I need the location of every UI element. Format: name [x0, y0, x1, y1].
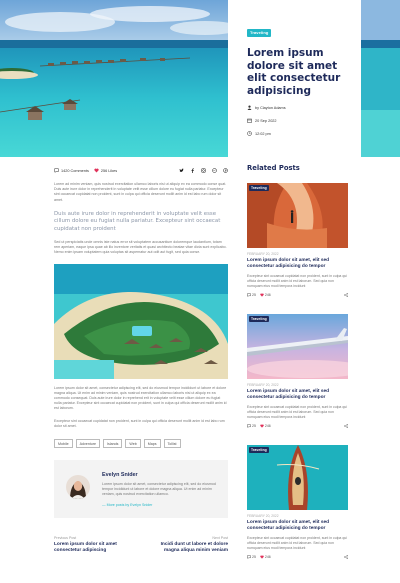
heart-icon: [260, 424, 264, 428]
related-post-title[interactable]: Lorem ipsum dolor sit amet, elit sed con…: [247, 389, 348, 402]
author-bio: Lorem ipsum dolor sit amet, consectetur …: [102, 482, 216, 497]
related-post-likes[interactable]: 246: [260, 424, 271, 428]
comments-count[interactable]: 1420 Comments: [54, 168, 89, 173]
share-icon[interactable]: [344, 424, 348, 428]
related-post-likes-count: 246: [264, 423, 271, 428]
related-posts-sidebar: Related Posts Traveling FEBRUARY 20, 202…: [247, 164, 348, 559]
related-post-likes-count: 246: [264, 554, 271, 559]
tag-chip[interactable]: Islands: [102, 439, 123, 449]
related-post-excerpt: Excepteur sint occaecat cupidatat non pr…: [247, 273, 348, 288]
hero-image: [0, 0, 228, 157]
related-post-footer: 25 246: [247, 293, 348, 297]
next-post-label: Next Post: [212, 536, 228, 541]
related-post-date: FEBRUARY 20, 2022: [247, 252, 279, 256]
related-post-comments[interactable]: 25: [247, 555, 256, 559]
post-date: 20 Sep 2022: [255, 118, 277, 123]
related-post-footer: 25 246: [247, 555, 348, 559]
article-paragraph: Lorem ad minim veniam, quis nostrud exer…: [54, 182, 227, 202]
pinterest-icon[interactable]: [223, 168, 228, 173]
related-post-card[interactable]: Traveling FEBRUARY 20, 2022 Lorem ipsum …: [247, 183, 348, 297]
heart-icon: [260, 555, 264, 559]
share-icon[interactable]: [344, 293, 348, 297]
post-title: Lorem ipsum dolore sit amet elit consect…: [247, 47, 341, 97]
related-post-comments[interactable]: 25: [247, 424, 256, 428]
article-lead-quote: Duis aute irure dolor in reprehenderit i…: [54, 210, 221, 232]
facebook-icon[interactable]: [190, 168, 195, 173]
tag-chip[interactable]: Web: [125, 439, 141, 449]
related-post-excerpt: Excepteur sint occaecat cupidatat non pr…: [247, 404, 348, 419]
messenger-icon[interactable]: [212, 168, 217, 173]
article-paragraph: Lorem ipsum dolor sit amet, consectetur …: [54, 385, 227, 411]
related-post-card[interactable]: Traveling FEBRUARY 20, 2022 Lorem ipsum …: [247, 314, 348, 428]
related-posts-title: Related Posts: [247, 164, 300, 172]
tag-chip[interactable]: Mobile: [54, 439, 73, 449]
instagram-icon[interactable]: [201, 168, 206, 173]
article-body: 1420 Comments 256 Likes Lorem ad minim v…: [54, 166, 228, 554]
hero-image-right: [361, 0, 400, 157]
previous-post-link[interactable]: Previous Post Lorem ipsum dolor sit amet…: [54, 536, 138, 554]
likes-label: 256 Likes: [100, 168, 118, 173]
clock-icon: [247, 131, 252, 136]
share-icon[interactable]: [344, 555, 348, 559]
post-author[interactable]: by Clayton Adams: [255, 106, 286, 110]
hero-card: Traveling Lorem ipsum dolore sit amet el…: [228, 0, 361, 157]
likes-count[interactable]: 256 Likes: [94, 168, 117, 173]
post-author-meta: by Clayton Adams: [247, 105, 361, 110]
related-post-likes[interactable]: 246: [260, 555, 271, 559]
author-posts-link[interactable]: — More posts by Evelyn Snider: [102, 503, 152, 507]
related-post-comments[interactable]: 25: [247, 293, 256, 297]
related-post-title[interactable]: Lorem ipsum dolor sit amet, elit sed con…: [247, 520, 348, 533]
related-post-category[interactable]: Traveling: [249, 185, 269, 191]
post-date-meta: 20 Sep 2022: [247, 118, 361, 123]
tag-chip[interactable]: Adventure: [75, 439, 100, 449]
article-image: [54, 263, 228, 379]
comment-icon: [247, 293, 251, 297]
next-post-link[interactable]: Next Post Incidi dunt ut labore et dolor…: [144, 536, 228, 554]
next-post-title: Incidi dunt ut labore et dolore magna al…: [160, 542, 228, 554]
related-post-card[interactable]: Traveling FEBRUARY 20, 2022 Lorem ipsum …: [247, 445, 348, 559]
tag-chip[interactable]: Tollist: [163, 439, 181, 449]
post-time: 12:02 pm: [255, 131, 271, 136]
related-post-excerpt: Excepteur sint occaecat cupidatat non pr…: [247, 535, 348, 550]
article-paragraph: Excepteur sint occaecat cupidatat non pr…: [54, 418, 225, 428]
related-post-comments-count: 25: [252, 292, 256, 297]
author-name[interactable]: Evelyn Snider: [102, 472, 138, 478]
related-post-image[interactable]: Traveling: [247, 445, 348, 510]
related-post-image[interactable]: Traveling: [247, 314, 348, 379]
user-icon: [247, 105, 252, 110]
related-post-title[interactable]: Lorem ipsum dolor sit amet, elit sed con…: [247, 258, 348, 271]
heart-icon: [94, 168, 99, 173]
hero-section: Traveling Lorem ipsum dolore sit amet el…: [0, 0, 400, 157]
twitter-icon[interactable]: [179, 168, 184, 173]
related-post-category[interactable]: Traveling: [249, 316, 269, 322]
tag-list: Mobile Adventure Islands Web Maps Tollis…: [54, 439, 228, 449]
related-post-likes-count: 246: [264, 292, 271, 297]
post-navigation: Previous Post Lorem ipsum dolor sit amet…: [54, 536, 228, 554]
hero-category-tag[interactable]: Traveling: [247, 28, 272, 37]
related-post-likes[interactable]: 246: [260, 293, 271, 297]
comment-icon: [247, 555, 251, 559]
comment-icon: [247, 424, 251, 428]
calendar-icon: [247, 118, 252, 123]
author-box: Evelyn Snider Lorem ipsum dolor sit amet…: [54, 460, 228, 519]
tag-chip[interactable]: Maps: [143, 439, 161, 449]
social-share: [179, 168, 228, 173]
related-post-date: FEBRUARY 20, 2022: [247, 383, 279, 387]
post-stats-bar: 1420 Comments 256 Likes: [54, 166, 228, 175]
post-time-meta: 12:02 pm: [247, 131, 361, 136]
comment-icon: [54, 168, 59, 173]
article-paragraph: Sed ut perspiciatis unde omnis iste natu…: [54, 240, 227, 255]
heart-icon: [260, 293, 264, 297]
previous-post-title: Lorem ipsum dolor sit amet consectetur a…: [54, 542, 117, 554]
author-avatar[interactable]: [66, 475, 90, 500]
previous-post-label: Previous Post: [54, 536, 77, 541]
related-post-image[interactable]: Traveling: [247, 183, 348, 248]
related-post-comments-count: 25: [252, 423, 256, 428]
comments-label: 1420 Comments: [61, 168, 89, 173]
related-post-category[interactable]: Traveling: [249, 447, 269, 453]
related-post-date: FEBRUARY 20, 2022: [247, 514, 279, 518]
related-post-footer: 25 246: [247, 424, 348, 428]
related-post-comments-count: 25: [252, 554, 256, 559]
